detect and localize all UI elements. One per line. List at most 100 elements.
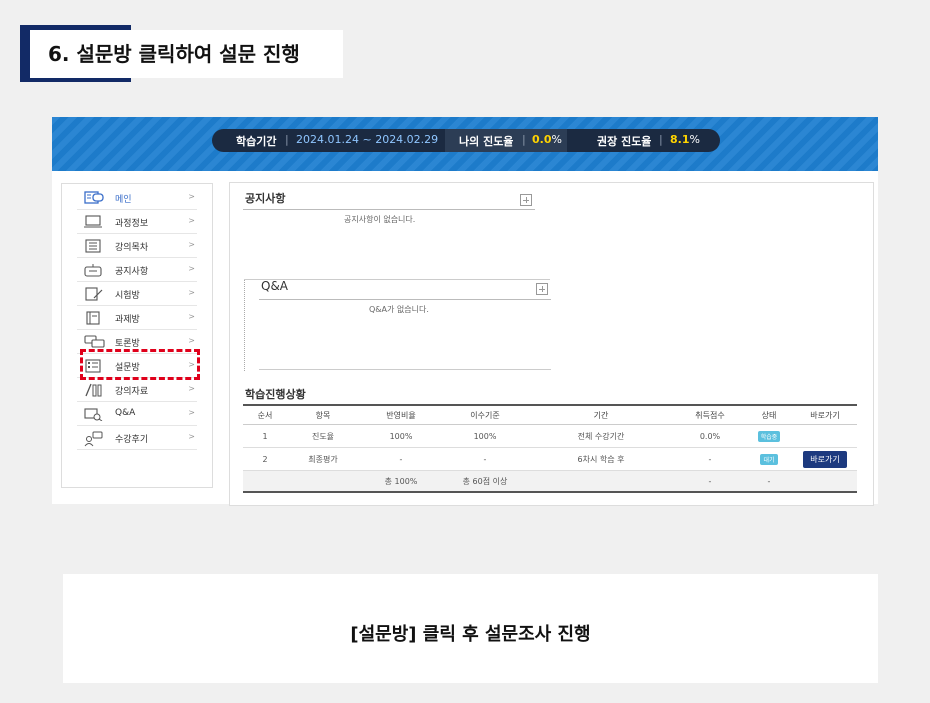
sidebar-item-label: 수강후기 [115, 435, 149, 445]
chevron-right-icon: > [188, 240, 195, 249]
chevron-right-icon: > [188, 312, 195, 321]
chevron-right-icon: > [188, 192, 195, 201]
chevron-right-icon: > [188, 408, 195, 417]
notice-icon [84, 264, 102, 277]
recommended-progress-percent: % [689, 133, 700, 146]
go-to-final-exam-button[interactable]: 바로가기 [803, 450, 847, 468]
sidebar-item-review[interactable]: 수강후기 > [77, 426, 197, 450]
chevron-right-icon: > [188, 384, 195, 393]
col-header-status: 상태 [745, 404, 793, 425]
caption-box: [설문방] 클릭 후 설문조사 진행 [63, 574, 878, 683]
assignment-icon [86, 311, 100, 325]
cell-status: 학습중 [745, 424, 793, 448]
my-progress-percent: % [551, 133, 562, 146]
sidebar-item-main[interactable]: 메인 > [77, 186, 197, 210]
list-icon [85, 239, 101, 253]
sidebar-item-course-info[interactable]: 과정정보 > [77, 210, 197, 234]
recommended-progress-number: 8.1 [670, 133, 690, 146]
exam-icon [85, 287, 103, 301]
sidebar-item-label: 토론방 [115, 339, 140, 349]
summary-status: - [745, 470, 793, 493]
cell-shortcut [793, 424, 857, 448]
sidebar-item-notice[interactable]: 공지사항 > [77, 258, 197, 282]
col-header-shortcut: 바로가기 [793, 404, 857, 425]
table-summary-row: 총 100% 총 60점 이상 - - [243, 470, 857, 493]
period-value: 2024.01.24 ~ 2024.02.29 [296, 133, 439, 146]
lms-screenshot: 학습기간 | 2024.01.24 ~ 2024.02.29 나의 진도율 | … [52, 117, 878, 506]
table-row: 1 진도율 100% 100% 전체 수강기간 0.0% 학습중 [243, 424, 857, 448]
sidebar-item-label: 과제방 [115, 315, 140, 325]
my-progress-separator: | [522, 133, 526, 146]
period-separator: | [285, 133, 289, 146]
cell-order: 2 [243, 447, 287, 471]
col-header-ratio: 반영비율 [359, 404, 443, 425]
status-badge: 학습중 [757, 430, 781, 442]
cell-score: - [675, 447, 745, 471]
cell-item: 진도율 [287, 424, 359, 448]
col-header-score: 취득점수 [675, 404, 745, 425]
chevron-right-icon: > [188, 288, 195, 297]
cell-period: 전체 수강기간 [527, 424, 675, 448]
status-badge: 대기 [760, 453, 778, 465]
notice-divider [243, 209, 535, 210]
discussion-icon [84, 335, 105, 348]
qa-divider [259, 299, 551, 300]
notice-more-icon[interactable] [520, 194, 532, 206]
qa-more-icon[interactable] [536, 283, 548, 295]
survey-highlight-box [80, 349, 200, 380]
table-header-row: 순서 항목 반영비율 이수기준 기간 취득점수 상태 바로가기 [243, 404, 857, 425]
recommended-progress-value: 8.1% [670, 133, 700, 146]
recommended-progress-label: 권장 진도율 [597, 135, 652, 148]
sidebar-item-label: 강의자료 [115, 387, 149, 397]
col-header-item: 항목 [287, 404, 359, 425]
summary-score: - [675, 470, 745, 493]
progress-title: 학습진행상황 [245, 388, 306, 401]
sidebar-item-qa[interactable]: Q&A > [77, 402, 197, 426]
sidebar-item-label: 과정정보 [115, 219, 149, 229]
col-header-period: 기간 [527, 404, 675, 425]
sidebar-item-exam[interactable]: 시험방 > [77, 282, 197, 306]
sidebar-item-label: 시험방 [115, 291, 140, 301]
home-icon [84, 191, 104, 204]
progress-table: 순서 항목 반영비율 이수기준 기간 취득점수 상태 바로가기 1 진도율 10… [243, 404, 857, 493]
recommended-separator: | [659, 133, 663, 146]
cell-criteria: - [443, 447, 527, 471]
caption-text: [설문방] 클릭 후 설문조사 진행 [350, 624, 591, 645]
my-progress-label: 나의 진도율 [459, 135, 514, 148]
sidebar-item-lecture-index[interactable]: 강의목차 > [77, 234, 197, 258]
cell-period: 6차시 학습 후 [527, 447, 675, 471]
review-icon [84, 431, 103, 447]
cell-shortcut: 바로가기 [793, 447, 857, 471]
chevron-right-icon: > [188, 432, 195, 441]
chevron-right-icon: > [188, 336, 195, 345]
qa-empty-text: Q&A가 없습니다. [369, 305, 429, 314]
course-banner: 학습기간 | 2024.01.24 ~ 2024.02.29 나의 진도율 | … [52, 117, 878, 171]
chevron-right-icon: > [188, 216, 195, 225]
sidebar-item-label: 메인 [115, 195, 132, 205]
qa-icon [84, 408, 103, 421]
col-header-order: 순서 [243, 404, 287, 425]
sidebar-item-materials[interactable]: 강의자료 > [77, 378, 197, 402]
cell-ratio: 100% [359, 424, 443, 448]
sidebar-item-label: Q&A [115, 408, 136, 418]
chevron-right-icon: > [188, 264, 195, 273]
sidebar-item-assignment[interactable]: 과제방 > [77, 306, 197, 330]
cell-criteria: 100% [443, 424, 527, 448]
summary-ratio: 총 100% [359, 470, 443, 493]
sidebar-item-label: 강의목차 [115, 243, 149, 253]
my-progress-number: 0.0 [532, 133, 552, 146]
period-label: 학습기간 [236, 135, 277, 148]
qa-top-border [244, 279, 550, 280]
cell-score: 0.0% [675, 424, 745, 448]
cell-item: 최종평가 [287, 447, 359, 471]
progress-summary-pill: 학습기간 | 2024.01.24 ~ 2024.02.29 나의 진도율 | … [212, 129, 720, 152]
qa-left-border [244, 279, 246, 371]
notice-empty-text: 공지사항이 없습니다. [344, 215, 416, 224]
materials-icon [85, 383, 102, 397]
course-sidebar: 메인 > 과정정보 > 강의목차 > 공지사항 > 시험방 > 과제방 > 토론… [61, 183, 213, 488]
page-title: 6. 설문방 클릭하여 설문 진행 [48, 42, 300, 66]
cell-status: 대기 [745, 447, 793, 471]
cell-order: 1 [243, 424, 287, 448]
cell-ratio: - [359, 447, 443, 471]
col-header-criteria: 이수기준 [443, 404, 527, 425]
